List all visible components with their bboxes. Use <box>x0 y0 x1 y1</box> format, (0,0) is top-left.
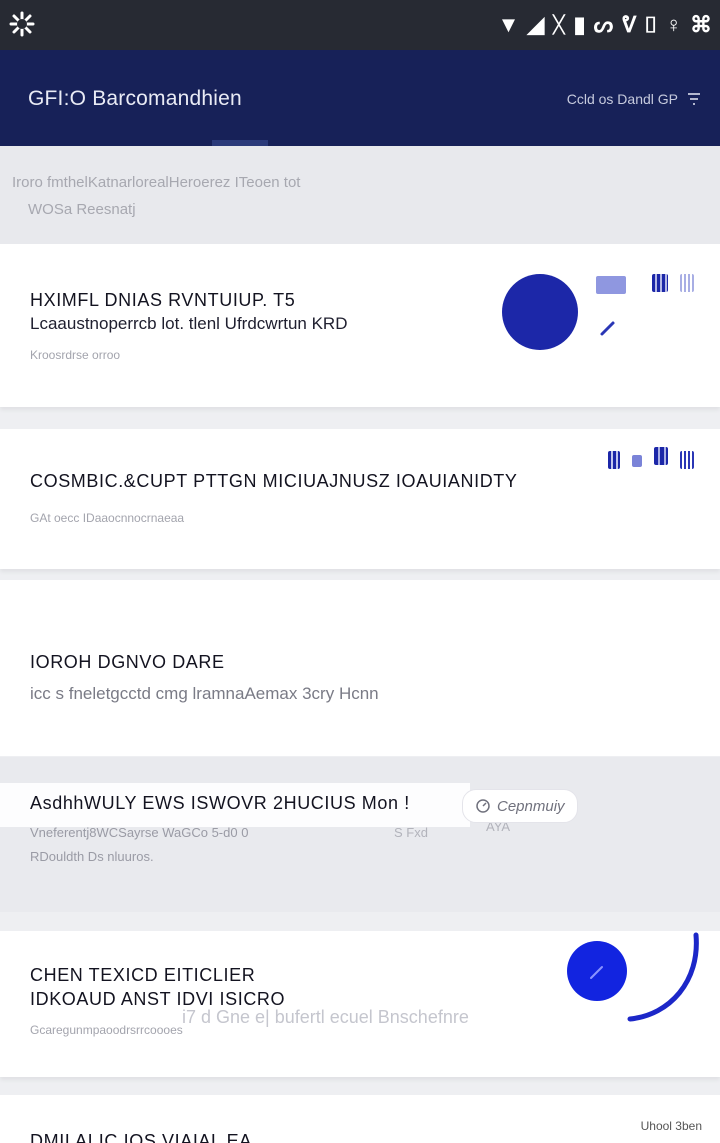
list-icon[interactable] <box>680 451 694 469</box>
list-icon[interactable] <box>680 274 694 292</box>
list-item[interactable]: CHEN TEXICD EITICLIER IDKOAUD ANST IDVI … <box>0 931 720 1077</box>
list-item[interactable]: IOROH DGNVO DARE icc s fneletgcctd cmg l… <box>0 580 720 756</box>
vibrate-icon: ᕓ <box>621 12 637 37</box>
bar-chart-icon[interactable] <box>654 447 668 465</box>
item-meta: Gcaregunmpaoodrsrrcoooes <box>30 1023 183 1037</box>
item-title: HXIMFL DNIAS RVNTUIUP. T5 <box>30 290 296 310</box>
settings-icon <box>8 10 36 38</box>
bar-chart-icon[interactable] <box>596 276 626 294</box>
status-chip[interactable]: Cepnmuiy <box>462 789 578 823</box>
edit-icon[interactable] <box>598 318 618 338</box>
tag-icon[interactable] <box>632 455 642 467</box>
item-title: COSMBIC.&CUPT PTTGN MICIUAJNUSZ IOAUIANI… <box>30 471 518 491</box>
item-meta: Kroosrdrse orroo <box>30 348 121 362</box>
item-title: AsdhhWULY EWS ISWOVR 2HUCIUS Mon ! <box>30 793 410 813</box>
status-icons: ▼ ◢ ᚷ ▮ ᔕ ᕓ ⌷ ♀ ⌘ <box>498 10 712 40</box>
item-meta: Vneferentj8WCSayrse WaGCo 5-d0 0 <box>30 825 249 840</box>
clock-icon <box>476 799 490 813</box>
item-meta-right: S Fxd <box>394 825 428 840</box>
network-icon: ᔕ <box>593 12 614 37</box>
item-title: DMII AI IC IOS VIAIAL EA <box>30 1131 252 1143</box>
app-bar-action-label: Ccld os Dandl GP <box>566 91 678 107</box>
item-corner-text: Uhool 3ben <box>640 1119 702 1133</box>
notification-icon: ⌘ <box>690 12 712 37</box>
notice-subtext: WOSa Reesnatj <box>28 201 136 218</box>
item-title: IOROH DGNVO DARE <box>30 652 225 672</box>
item-overlay-text: i7 d Gne e| bufertl ecuel Bnschefnre <box>182 1007 469 1027</box>
item-meta-secondary: RDouldth Ds nluuros. <box>30 849 154 864</box>
sim-icon: ⌷ <box>644 12 658 37</box>
wifi-icon: ▼ <box>497 12 520 37</box>
list-item[interactable]: DMII AI IC IOS VIAIAL EA Uhool 3ben <box>0 1095 720 1143</box>
notice-banner: Iroro fmthelKatnarlorealHeroerez ITeoen … <box>0 146 720 244</box>
list-item[interactable]: COSMBIC.&CUPT PTTGN MICIUAJNUSZ IOAUIANI… <box>0 429 720 569</box>
status-bar: ▼ ◢ ᚷ ▮ ᔕ ᕓ ⌷ ♀ ⌘ <box>0 0 720 50</box>
app-bar-action[interactable]: Ccld os Dandl GP <box>567 91 702 107</box>
avatar[interactable] <box>502 274 578 350</box>
item-subtitle: icc s fneletgcctd cmg lramnaAemax 3cry H… <box>30 684 379 703</box>
list-item[interactable]: AsdhhWULY EWS ISWOVR 2HUCIUS Mon ! Vnefe… <box>0 757 720 912</box>
item-title: CHEN TEXICD EITICLIER <box>30 965 256 985</box>
item-subtitle: Lcaaustnoperrcb lot. tlenl Ufrdcwrtun KR… <box>30 314 348 333</box>
signal-icon: ◢ <box>527 12 545 37</box>
app-bar: GFI:O Barcomandhien Ccld os Dandl GP <box>0 50 720 146</box>
list-item[interactable]: HXIMFL DNIAS RVNTUIUP. T5 Lcaaustnoperrc… <box>0 244 720 407</box>
edit-icon <box>590 966 603 979</box>
grid-icon[interactable] <box>608 451 620 469</box>
item-meta: GAt oecc IDaaocnnocrnaeaa <box>30 511 185 525</box>
app-title: GFI:O Barcomandhien <box>28 87 242 110</box>
battery-icon: ▮ <box>573 12 586 37</box>
nfc-icon: ᚷ <box>552 12 566 37</box>
grid-icon[interactable] <box>652 274 668 292</box>
status-chip-label: Cepnmuiy <box>497 797 565 815</box>
notice-text: Iroro fmthelKatnarlorealHeroerez ITeoen … <box>12 174 301 191</box>
location-icon: ♀ <box>665 12 683 37</box>
filter-icon <box>688 93 700 105</box>
